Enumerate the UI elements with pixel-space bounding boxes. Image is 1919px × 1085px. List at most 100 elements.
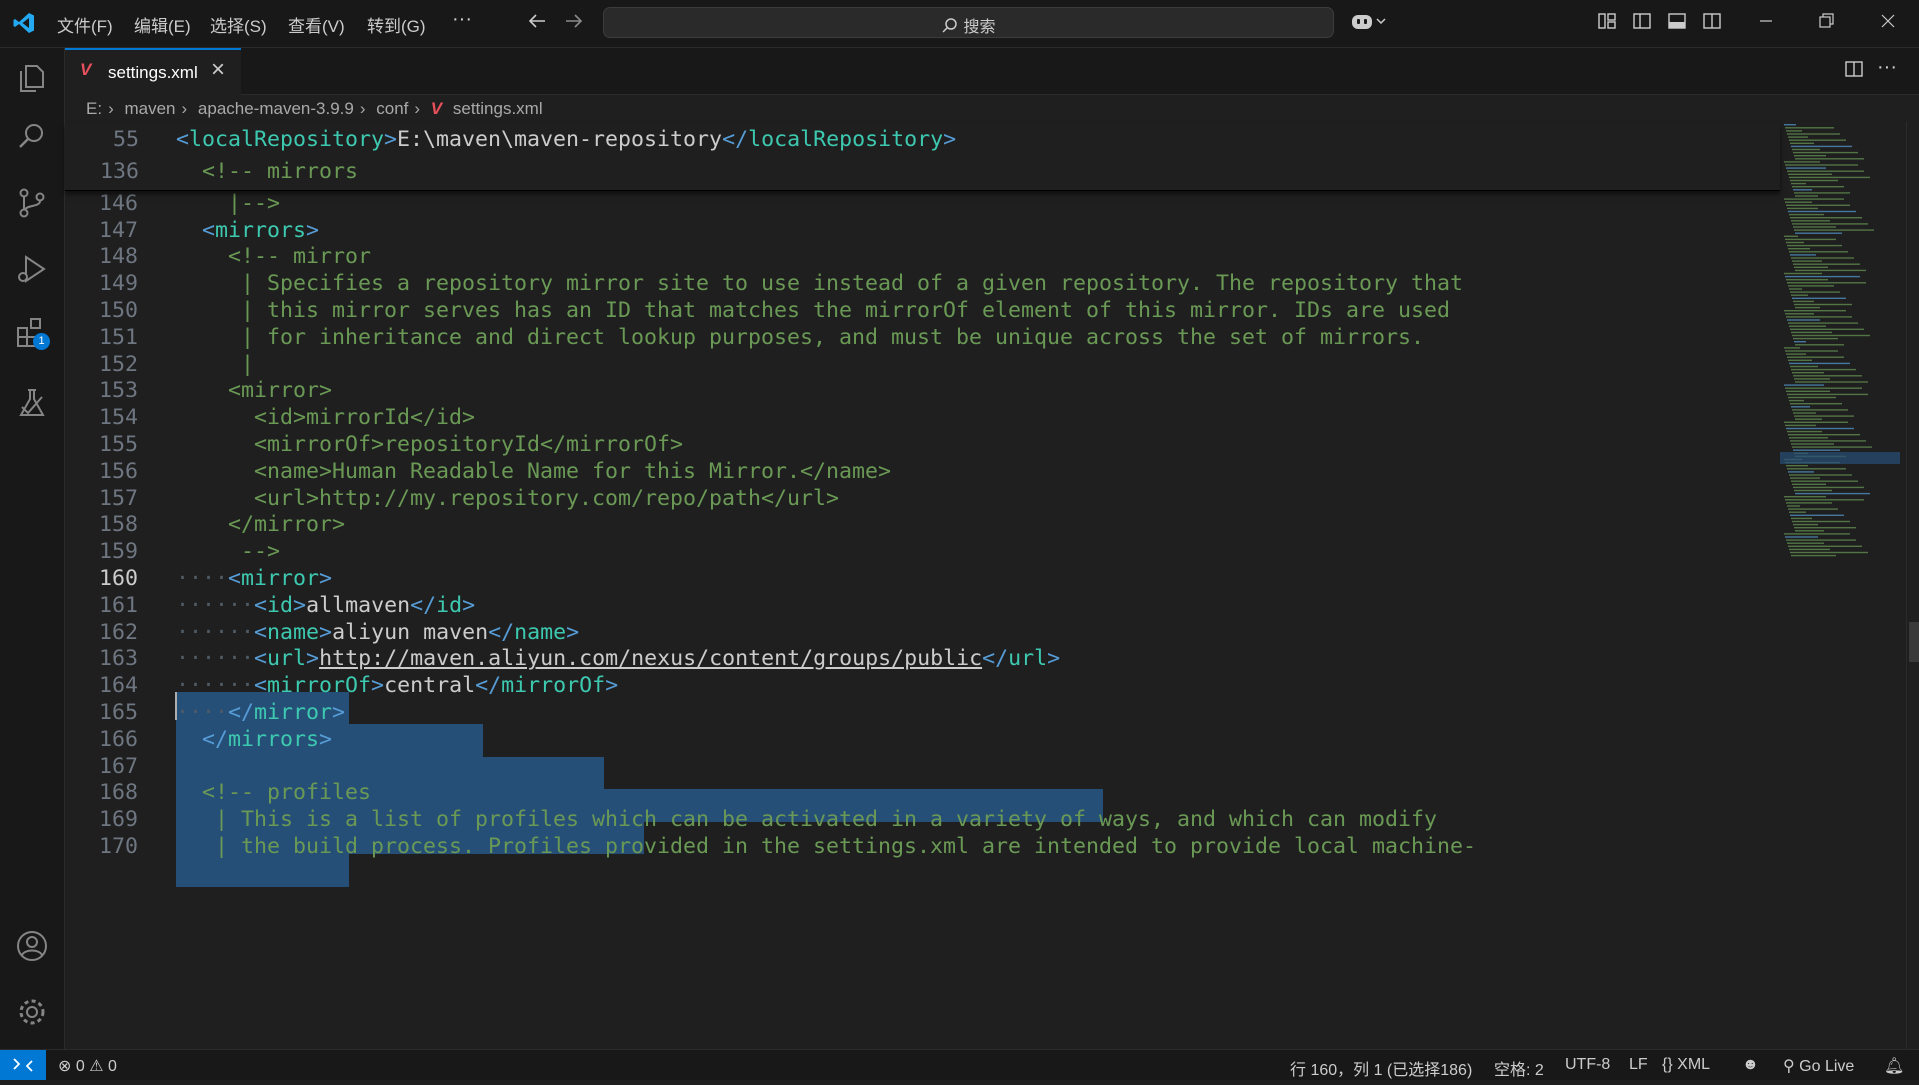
indentation[interactable]: 空格: 2 bbox=[1494, 1056, 1544, 1080]
tab-settings-xml[interactable]: V settings.xml × bbox=[65, 48, 241, 95]
code-line-166[interactable]: </mirrors> bbox=[176, 727, 332, 752]
code-line-146[interactable]: |--> bbox=[176, 191, 280, 216]
code-line-149[interactable]: | Specifies a repository mirror site to … bbox=[176, 271, 1463, 296]
code-line-158[interactable]: </mirror> bbox=[176, 512, 345, 537]
notifications-bell-icon[interactable]: 🔔︎ bbox=[1884, 1056, 1904, 1076]
source-control-icon[interactable] bbox=[14, 185, 50, 221]
menu-selection[interactable]: 选择(S) bbox=[210, 12, 267, 37]
code-line-153[interactable]: <mirror> bbox=[176, 378, 332, 403]
search-view-icon[interactable] bbox=[14, 119, 50, 155]
sticky-scroll: 55 <localRepository>E:\maven\maven-repos… bbox=[65, 124, 1780, 191]
code-line-160[interactable]: ····<mirror> bbox=[176, 566, 332, 591]
line-number: 136 bbox=[99, 159, 139, 184]
xml-file-icon: V bbox=[430, 99, 443, 118]
code-line-162[interactable]: ······<name>aliyun maven</name> bbox=[176, 620, 579, 645]
editor-tab-bar bbox=[65, 48, 1919, 95]
code-line-169[interactable]: | This is a list of profiles which can b… bbox=[176, 807, 1437, 832]
code-line-151[interactable]: | for inheritance and direct lookup purp… bbox=[176, 325, 1424, 350]
minimize-icon[interactable] bbox=[1755, 10, 1777, 32]
editor-more-actions-icon[interactable]: ··· bbox=[1877, 56, 1897, 79]
vertical-scrollbar[interactable] bbox=[1906, 122, 1919, 1049]
code-line-148[interactable]: <!-- mirror bbox=[176, 244, 371, 269]
menu-go[interactable]: 转到(G) bbox=[367, 12, 426, 37]
breadcrumb-conf[interactable]: conf bbox=[376, 99, 408, 118]
breadcrumb-maven[interactable]: maven bbox=[124, 99, 175, 118]
explorer-icon[interactable] bbox=[14, 60, 50, 96]
forward-arrow-icon[interactable] bbox=[562, 10, 584, 32]
restore-icon[interactable] bbox=[1815, 10, 1837, 32]
manage-gear-icon[interactable] bbox=[14, 994, 50, 1030]
run-debug-icon[interactable] bbox=[14, 251, 50, 287]
extensions-icon[interactable]: 1 bbox=[14, 314, 50, 350]
copilot-status-icon[interactable]: ☻ bbox=[1742, 1056, 1759, 1074]
line-number: 159 bbox=[98, 539, 138, 565]
split-editor-icon[interactable] bbox=[1843, 58, 1865, 80]
toggle-secondary-sidebar-icon[interactable] bbox=[1701, 10, 1723, 32]
line-number: 147 bbox=[98, 217, 138, 243]
code-line-163[interactable]: ······<url>http://maven.aliyun.com/nexus… bbox=[176, 646, 1060, 671]
tab-close-icon[interactable]: × bbox=[211, 56, 225, 84]
code-line-157[interactable]: <url>http://my.repository.com/repo/path<… bbox=[176, 486, 839, 511]
toggle-primary-sidebar-icon[interactable] bbox=[1631, 10, 1653, 32]
line-number: 150 bbox=[98, 298, 138, 323]
line-number: 155 bbox=[98, 432, 138, 457]
line-number: 158 bbox=[98, 512, 138, 538]
breadcrumb-file[interactable]: settings.xml bbox=[453, 99, 543, 118]
code-line-159[interactable]: --> bbox=[176, 539, 280, 564]
code-line-150[interactable]: | this mirror serves has an ID that matc… bbox=[176, 298, 1450, 323]
line-number: 149 bbox=[98, 271, 138, 297]
title-bar: 文件(F) 编辑(E) 选择(S) 查看(V) 转到(G) ··· 搜索 bbox=[0, 0, 1919, 48]
line-number: 169 bbox=[98, 807, 138, 833]
code-line-164[interactable]: ······<mirrorOf>central</mirrorOf> bbox=[176, 673, 618, 698]
line-number: 168 bbox=[98, 780, 138, 806]
vscode-logo-icon bbox=[12, 11, 36, 35]
line-number: 151 bbox=[98, 324, 138, 350]
testing-icon[interactable] bbox=[14, 385, 50, 421]
back-arrow-icon[interactable] bbox=[527, 10, 549, 32]
code-line-154[interactable]: <id>mirrorId</id> bbox=[176, 405, 475, 430]
code-line-168[interactable]: <!-- profiles bbox=[176, 780, 371, 805]
menu-more[interactable]: ··· bbox=[452, 8, 472, 31]
language-mode[interactable]: {} XML bbox=[1662, 1056, 1710, 1074]
line-number: 161 bbox=[98, 592, 138, 618]
code-line-165[interactable]: ····</mirror> bbox=[176, 700, 345, 725]
sticky-line-mirrors-comment[interactable]: <!-- mirrors bbox=[176, 159, 358, 184]
command-center-search[interactable]: 搜索 bbox=[603, 7, 1334, 38]
line-number: 167 bbox=[98, 753, 138, 779]
toggle-panel-icon[interactable] bbox=[1666, 10, 1688, 32]
menu-file[interactable]: 文件(F) bbox=[57, 12, 113, 37]
breadcrumb-apache-maven[interactable]: apache-maven-3.9.9 bbox=[198, 99, 354, 118]
line-number: 152 bbox=[98, 351, 138, 377]
minimap[interactable] bbox=[1780, 122, 1900, 1042]
warning-count: 0 bbox=[108, 1058, 117, 1075]
code-line-156[interactable]: <name>Human Readable Name for this Mirro… bbox=[176, 459, 891, 484]
breadcrumb-drive[interactable]: E: bbox=[86, 99, 102, 118]
menu-view[interactable]: 查看(V) bbox=[288, 12, 345, 37]
line-number: 146 bbox=[98, 190, 138, 216]
menu-edit[interactable]: 编辑(E) bbox=[134, 12, 191, 37]
code-line-170[interactable]: | the build process. Profiles provided i… bbox=[176, 834, 1476, 859]
close-window-icon[interactable] bbox=[1877, 10, 1899, 32]
remote-indicator[interactable] bbox=[0, 1050, 46, 1080]
encoding[interactable]: UTF-8 bbox=[1565, 1056, 1610, 1074]
code-line-147[interactable]: <mirrors> bbox=[176, 218, 319, 243]
scrollbar-thumb[interactable] bbox=[1909, 622, 1919, 662]
accounts-icon[interactable] bbox=[14, 928, 50, 964]
line-number: 55 bbox=[112, 127, 139, 152]
xml-file-icon: V bbox=[80, 60, 92, 79]
line-number: 154 bbox=[98, 405, 138, 431]
sticky-line-local-repository[interactable]: <localRepository>E:\maven\maven-reposito… bbox=[176, 127, 956, 152]
language-label: XML bbox=[1677, 1056, 1711, 1073]
status-bar: ⊗ 0 ⚠ 0 行 160，列 1 (已选择186) 空格: 2 UTF-8 L… bbox=[0, 1049, 1919, 1080]
customize-layout-icon[interactable] bbox=[1596, 10, 1618, 32]
end-of-line[interactable]: LF bbox=[1629, 1056, 1648, 1074]
line-number: 163 bbox=[98, 646, 138, 672]
cursor-position[interactable]: 行 160，列 1 (已选择186) bbox=[1290, 1056, 1472, 1080]
code-line-155[interactable]: <mirrorOf>repositoryId</mirrorOf> bbox=[176, 432, 683, 457]
problems-indicator[interactable]: ⊗ 0 ⚠ 0 bbox=[58, 1056, 117, 1076]
go-live-label: Go Live bbox=[1799, 1058, 1855, 1075]
go-live-button[interactable]: ⚲ Go Live bbox=[1783, 1056, 1854, 1076]
copilot-icon[interactable] bbox=[1350, 10, 1390, 32]
code-line-161[interactable]: ······<id>allmaven</id> bbox=[176, 593, 475, 618]
code-line-152[interactable]: | bbox=[176, 352, 254, 377]
